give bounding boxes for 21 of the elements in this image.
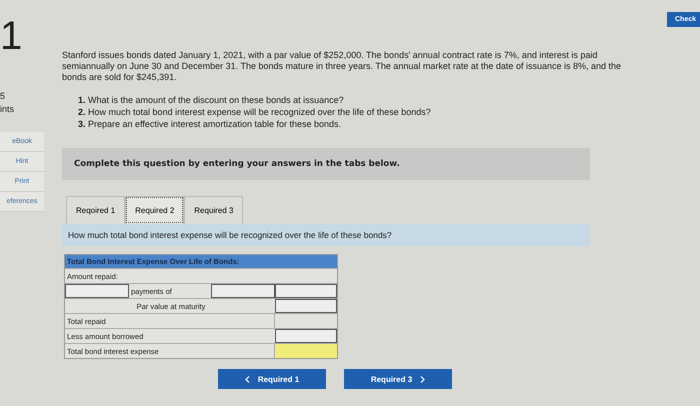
tab[interactable]: Required 3 [184,196,244,224]
question-text: 1. What is the amount of the discount on these bonds at issuance? [78,95,345,106]
chevron-left-icon [244,376,250,382]
tab[interactable]: Required 2 [125,196,184,224]
question-prompt: How much total bond interest expense will be recognized over the life of these bonds? [62,224,590,246]
input-field[interactable] [275,299,337,313]
next-button[interactable]: Required 3 [344,369,452,389]
question-text: 3. Prepare an effective interest amortization table for these bonds. [78,119,342,130]
points-value: 5 [0,92,6,101]
input-field[interactable] [275,284,337,298]
input-field[interactable] [65,284,129,298]
input-field[interactable] [275,329,337,343]
question-text: 2. How much total bond interest expense will be recognized over the life of these bonds? [78,107,432,118]
question-number: 1 [0,14,24,58]
chevron-right-icon [420,376,426,382]
previous-button[interactable]: Required 1 [218,369,326,389]
points-label: ints [0,105,14,114]
input-field[interactable] [211,284,275,298]
problem-text: Stanford issues bonds dated January 1, 2021, with a par value of $252,000. The bonds' annual contract rate is 7%, and interest is paid semiannually on June 30 and December 31. The bonds mature in three years. The annual market rate at the date of issuance is 8%, and the bonds are sold for $245,391. [62,50,622,83]
instruction-text: Complete this question by entering your answers in the tabs below. [74,159,400,169]
tab[interactable]: Reqoired 1 [66,196,126,224]
